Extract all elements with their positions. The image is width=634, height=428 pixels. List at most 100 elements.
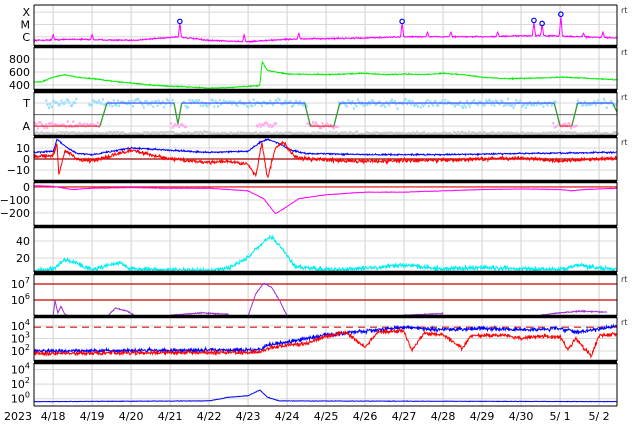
y-tick-label: T [22,97,30,110]
y-tick-label: C [22,31,30,44]
y-tick-label: 0 [23,181,30,194]
scatter-point [582,103,585,107]
scatter-point [468,130,471,134]
scatter-point [96,101,99,105]
scatter-point [75,97,78,101]
scatter-point [90,103,93,107]
x-tick-label: 4/23 [236,410,261,423]
realtime-label: rt [621,318,627,327]
scatter-point [217,105,220,108]
scatter-point [213,105,216,108]
scatter-point [519,99,522,102]
scatter-point [127,99,130,103]
scatter-point [170,104,173,107]
y-tick-label: 40 [16,235,30,248]
scatter-point [431,104,434,107]
scatter-point [83,122,86,126]
scatter-point [58,103,61,106]
scatter-point [422,104,425,108]
scatter-point [312,121,315,124]
scatter-point [515,99,518,102]
scatter-point [472,98,475,102]
scatter-point [366,103,369,107]
scatter-point [299,100,302,103]
scatter-point [56,101,59,104]
scatter-point [594,103,597,107]
scatter-point [260,104,263,108]
scatter-point [157,99,160,103]
scatter-point [426,99,429,102]
scatter-point [266,122,269,126]
scatter-point [167,99,170,102]
scatter-point [258,122,261,126]
scatter-point [43,126,46,130]
y-tick-label: −200 [0,207,30,220]
y-tick-label: 106 [11,292,30,307]
y-tick-label: X [22,6,30,19]
x-tick-label: 5/ 1 [549,410,570,423]
scatter-point [396,107,399,110]
scatter-point [46,103,49,107]
scatter-point [115,103,118,107]
y-tick-label: M [21,18,31,31]
x-tick-label: 4/21 [158,410,183,423]
scatter-point [355,104,358,108]
scatter-point [100,102,103,105]
scatter-point [605,106,608,110]
scatter-point [163,105,166,109]
x-tick-label: 4/20 [119,410,144,423]
y-tick-label: 100 [11,391,30,406]
scatter-point [292,104,295,107]
x-tick-label: 4/29 [470,410,495,423]
panel-xray: XMCrt [21,4,627,48]
scatter-point [50,105,53,109]
scatter-point [116,99,119,102]
scatter-point [71,104,74,107]
y-tick-label: 102 [11,343,30,358]
scatter-point [170,122,173,125]
scatter-point [441,99,444,102]
scatter-point [185,125,188,129]
scatter-point [512,106,515,109]
x-tick-label: 5/ 2 [588,410,609,423]
scatter-point [254,103,257,106]
scatter-point [48,106,51,109]
scatter-point [532,103,535,107]
scatter-point [188,99,191,102]
scatter-point [199,104,202,107]
scatter-point [137,97,140,101]
scatter-point [408,99,411,103]
scatter-point [577,99,580,102]
scatter-point [272,124,275,127]
scatter-point [556,124,559,127]
scatter-point [393,100,396,103]
panel-geomag-activity: 4020 [16,225,618,274]
scatter-point [483,103,486,107]
scatter-point [236,104,239,108]
scatter-point [464,105,467,109]
scatter-point [206,105,209,108]
scatter-point [68,101,71,104]
scatter-point [239,99,242,103]
scatter-point [45,99,48,102]
y-tick-label: −100 [0,194,30,207]
scatter-point [356,98,359,101]
scatter-point [411,99,414,103]
scatter-point [66,120,69,123]
panel-imf-sector: TArt [22,90,627,138]
y-tick-label: 400 [9,79,30,92]
space-weather-chart: XMCrt800600400rtTArt100−10rt0−100−200402… [0,4,627,423]
y-tick-label: 107 [11,276,30,291]
scatter-point [391,98,394,101]
scatter-point [72,120,75,123]
scatter-point [320,126,323,130]
scatter-point [336,125,339,129]
scatter-point [131,105,134,108]
scatter-point [284,99,287,103]
x-tick-label: 4/27 [392,410,417,423]
scatter-point [108,104,111,107]
scatter-point [388,103,391,107]
scatter-point [289,100,292,103]
scatter-point [384,105,387,109]
realtime-label: rt [621,93,627,102]
